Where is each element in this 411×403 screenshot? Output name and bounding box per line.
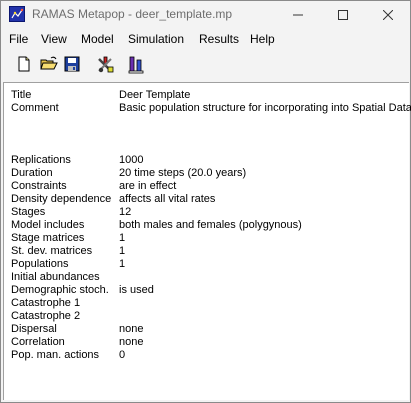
- summary-label: Populations: [11, 258, 69, 270]
- save-disk-icon: [64, 56, 80, 72]
- summary-label: Dispersal: [11, 323, 57, 335]
- summary-label: Constraints: [11, 180, 67, 192]
- close-icon: [382, 10, 393, 20]
- summary-label: Duration: [11, 167, 53, 179]
- ramas-app-icon[interactable]: [9, 6, 25, 22]
- summary-label: Replications: [11, 154, 71, 166]
- minimize-button[interactable]: [275, 1, 320, 29]
- summary-value: 1: [119, 232, 126, 244]
- model-summary-panel: Title Deer Template Comment Basic popula…: [3, 82, 411, 400]
- summary-value: 12: [119, 206, 132, 218]
- summary-value: 1000: [119, 154, 144, 166]
- menu-results[interactable]: Results: [199, 32, 239, 46]
- new-file-icon: [18, 56, 30, 72]
- summary-value: Deer Template: [119, 89, 191, 101]
- summary-label: Density dependence: [11, 193, 112, 205]
- menu-model[interactable]: Model: [81, 32, 114, 46]
- summary-value: 1: [119, 258, 126, 270]
- summary-label: Comment: [11, 102, 59, 114]
- window-title: RAMAS Metapop - deer_template.mp: [32, 7, 233, 21]
- run-simulation-button[interactable]: [125, 53, 147, 75]
- open-folder-icon: [40, 56, 58, 70]
- summary-value: 0: [119, 349, 126, 361]
- summary-value: Basic population structure for incorpora…: [119, 102, 411, 114]
- app-window: RAMAS Metapop - deer_template.mp File Vi…: [0, 0, 411, 403]
- summary-label: Correlation: [11, 336, 65, 348]
- summary-label: Title: [11, 89, 32, 101]
- summary-value: both males and females (polygynous): [119, 219, 302, 231]
- save-button[interactable]: [61, 53, 83, 75]
- summary-label: Catastrophe 2: [11, 310, 81, 322]
- summary-value: 1: [119, 245, 126, 257]
- maximize-icon: [337, 10, 348, 20]
- summary-label: Demographic stoch.: [11, 284, 109, 296]
- open-file-button[interactable]: [37, 53, 59, 75]
- menu-help[interactable]: Help: [250, 32, 275, 46]
- toolbar: [1, 49, 410, 81]
- summary-value: 20 time steps (20.0 years): [119, 167, 247, 179]
- summary-label: Catastrophe 1: [11, 297, 81, 309]
- summary-value: are in effect: [119, 180, 177, 192]
- summary-label: Model includes: [11, 219, 85, 231]
- new-file-button[interactable]: [13, 53, 35, 75]
- menu-simulation[interactable]: Simulation: [128, 32, 184, 46]
- menu-bar: File View Model Simulation Results Help: [1, 30, 410, 49]
- summary-label: Initial abundances: [11, 271, 100, 283]
- summary-label: St. dev. matrices: [11, 245, 93, 257]
- summary-value: none: [119, 336, 144, 348]
- minimize-icon: [292, 14, 303, 16]
- model-tools-icon: [98, 56, 114, 73]
- menu-view[interactable]: View: [41, 32, 67, 46]
- maximize-button[interactable]: [320, 1, 365, 29]
- summary-value: is used: [119, 284, 154, 296]
- close-button[interactable]: [365, 1, 410, 29]
- summary-label: Stage matrices: [11, 232, 85, 244]
- summary-label: Pop. man. actions: [11, 349, 100, 361]
- model-tools-button[interactable]: [94, 53, 116, 75]
- summary-value: affects all vital rates: [119, 193, 216, 205]
- summary-value: none: [119, 323, 144, 335]
- menu-file[interactable]: File: [9, 32, 28, 46]
- run-simulation-icon: [128, 56, 144, 74]
- title-bar[interactable]: RAMAS Metapop - deer_template.mp: [1, 1, 410, 29]
- summary-label: Stages: [11, 206, 46, 218]
